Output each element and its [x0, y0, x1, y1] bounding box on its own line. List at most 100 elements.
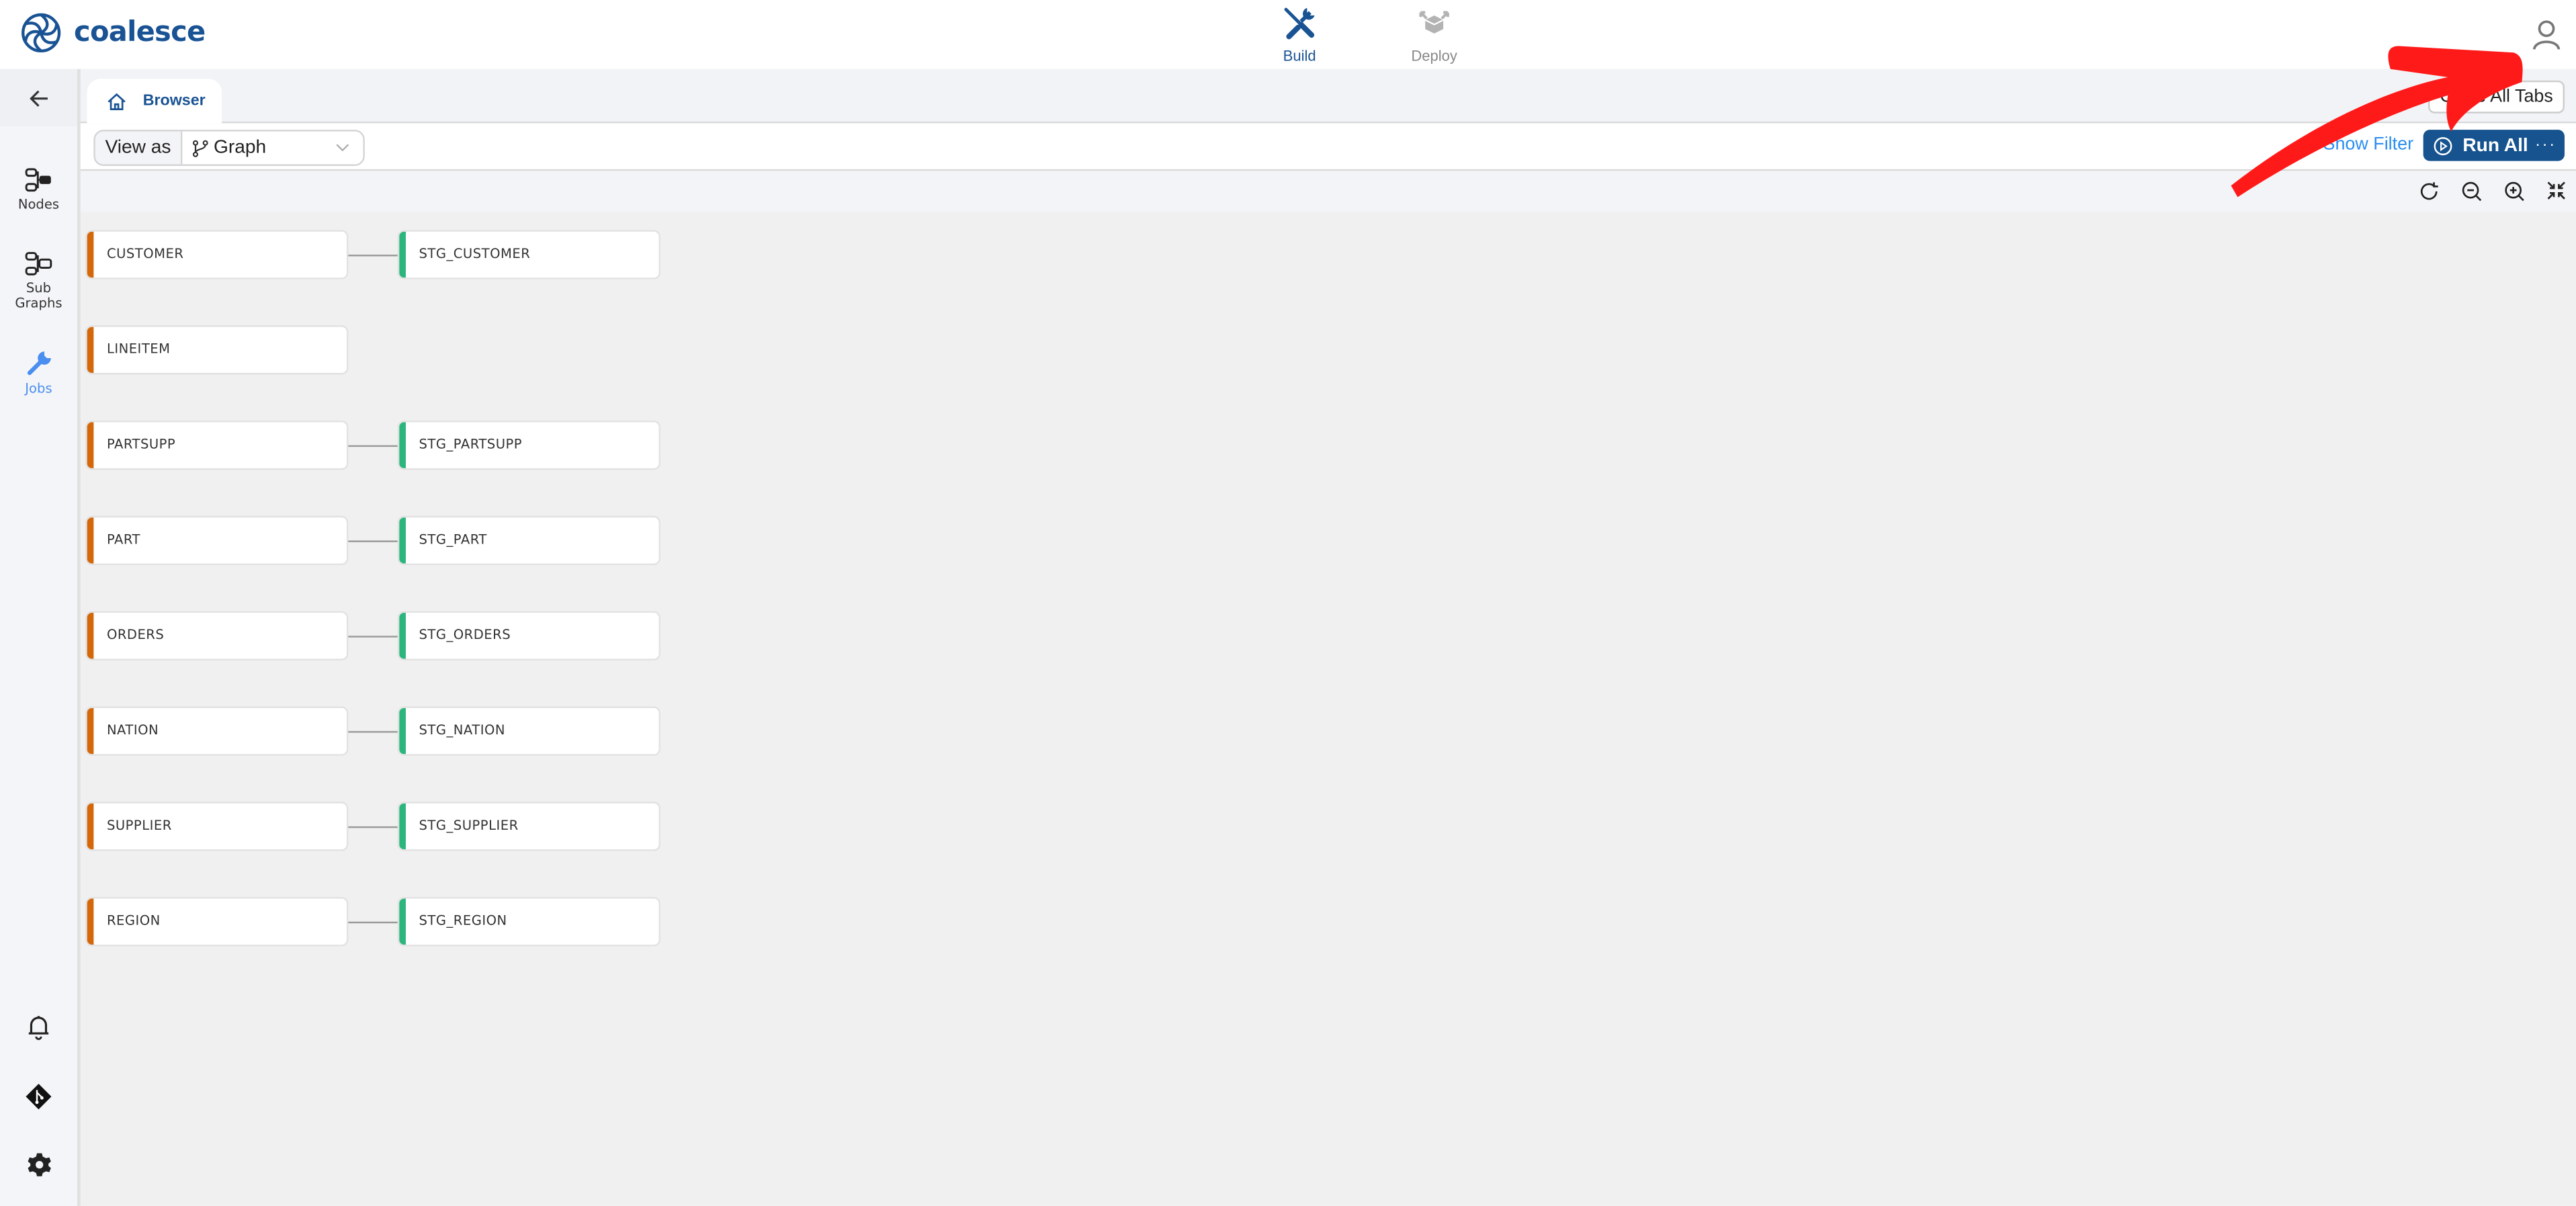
stage-node[interactable]: STG_ORDERS [397, 611, 660, 660]
graph-edge [348, 540, 398, 542]
zoom-in-icon[interactable] [2503, 181, 2525, 202]
view-as-control: View as Graph [93, 130, 365, 166]
source-node-color-bar [87, 803, 94, 850]
nav-deploy[interactable]: Deploy [1385, 5, 1484, 64]
toolbar: View as Graph Show Filter Run All ··· [80, 123, 2576, 171]
sidebar-item-nodes[interactable]: Nodes [0, 167, 77, 212]
sidebar: Nodes Sub Graphs Jobs [0, 69, 81, 1206]
close-all-tabs-button[interactable]: Close All Tabs [2428, 80, 2565, 114]
app-root: coalesce Build Deploy Nodes Sub Graphs J… [0, 0, 2576, 1206]
tab-browser[interactable]: Browser [87, 79, 222, 124]
branch-icon [193, 139, 208, 157]
source-node-color-bar [87, 898, 94, 945]
user-icon [2532, 20, 2561, 50]
tabs-bar: Browser Close All Tabs [80, 69, 2576, 124]
show-filter-link[interactable]: Show Filter [2323, 135, 2414, 155]
settings-button[interactable] [26, 1152, 52, 1186]
source-node-color-bar [87, 327, 94, 374]
source-node-color-bar [87, 517, 94, 564]
arrow-left-icon [28, 89, 47, 106]
stage-node-label: STG_NATION [419, 722, 505, 738]
source-node-label: PARTSUPP [106, 437, 176, 452]
source-node-label: SUPPLIER [106, 818, 172, 833]
run-all-more-button[interactable]: ··· [2535, 136, 2557, 155]
source-node-color-bar [87, 707, 94, 755]
stage-node[interactable]: STG_PARTSUPP [397, 420, 660, 470]
source-node[interactable]: CUSTOMER [85, 230, 349, 279]
build-tools-icon [1284, 7, 1315, 40]
source-node-color-bar [87, 231, 94, 278]
stage-node-label: STG_ORDERS [419, 628, 511, 643]
run-all-label: Run All [2462, 135, 2528, 156]
nodes-icon [24, 168, 50, 192]
chevron-down-icon [336, 144, 349, 152]
nav-build[interactable]: Build [1250, 5, 1349, 64]
coalesce-logo-icon [22, 13, 61, 53]
tab-browser-label: Browser [142, 91, 206, 110]
stage-node-color-bar [399, 803, 406, 850]
stage-node-label: STG_PARTSUPP [419, 437, 523, 452]
deploy-box-icon [1419, 11, 1449, 34]
stage-node-label: STG_SUPPLIER [419, 818, 519, 833]
git-icon [26, 1084, 52, 1110]
stage-node-color-bar [399, 517, 406, 564]
stage-node-color-bar [399, 231, 406, 278]
subgraphs-icon [24, 252, 52, 275]
stage-node-color-bar [399, 613, 406, 659]
source-node-label: PART [106, 532, 140, 548]
graph-edge [348, 445, 398, 447]
source-node-label: CUSTOMER [106, 246, 184, 261]
source-node[interactable]: PARTSUPP [85, 420, 349, 470]
nav-deploy-label: Deploy [1411, 47, 1457, 64]
sidebar-item-subgraphs-label-1: Sub [26, 281, 52, 296]
stage-node-color-bar [399, 707, 406, 755]
source-node[interactable]: PART [85, 515, 349, 566]
stage-node[interactable]: STG_REGION [397, 897, 660, 947]
nav-build-label: Build [1283, 47, 1316, 64]
source-node[interactable]: ORDERS [85, 611, 349, 660]
graph-edge [348, 731, 398, 733]
brand-name: coalesce [74, 16, 206, 50]
graph-edge [348, 255, 398, 257]
stage-node[interactable]: STG_PART [397, 515, 660, 566]
stage-node-color-bar [399, 422, 406, 468]
source-node[interactable]: NATION [85, 706, 349, 756]
run-all-button[interactable]: Run All ··· [2423, 130, 2565, 161]
user-menu-button[interactable] [2530, 18, 2563, 59]
source-node-label: LINEITEM [106, 341, 171, 357]
logo[interactable]: coalesce [19, 11, 206, 54]
graph-tools [80, 171, 2576, 212]
stage-node[interactable]: STG_NATION [397, 706, 660, 756]
refresh-icon[interactable] [2418, 181, 2440, 202]
stage-node-label: STG_PART [419, 532, 487, 548]
sidebar-item-subgraphs-label-2: Graphs [15, 296, 62, 311]
bell-icon [28, 1016, 49, 1041]
source-node[interactable]: REGION [85, 897, 349, 947]
view-as-label: View as [95, 131, 183, 165]
source-node[interactable]: LINEITEM [85, 325, 349, 375]
sidebar-item-jobs-label: Jobs [25, 381, 52, 396]
stage-node-color-bar [399, 898, 406, 945]
gear-icon [28, 1153, 51, 1176]
graph-edge [348, 921, 398, 924]
graph-edge [348, 826, 398, 828]
stage-node-label: STG_REGION [419, 913, 507, 929]
zoom-out-icon[interactable] [2461, 181, 2483, 202]
source-node-label: ORDERS [106, 628, 165, 643]
sidebar-item-subgraphs[interactable]: Sub Graphs [0, 251, 77, 310]
sidebar-item-nodes-label: Nodes [17, 197, 60, 212]
stage-node[interactable]: STG_SUPPLIER [397, 802, 660, 851]
source-node-label: REGION [106, 913, 161, 929]
collapse-sidebar-button[interactable] [0, 69, 77, 127]
stage-node[interactable]: STG_CUSTOMER [397, 230, 660, 279]
sidebar-item-jobs[interactable]: Jobs [0, 348, 77, 396]
collapse-icon[interactable] [2546, 181, 2566, 200]
git-button[interactable] [25, 1082, 53, 1119]
graph-canvas[interactable]: CUSTOMER STG_CUSTOMER LINEITEM PARTSUPP STG_… [80, 212, 2576, 1206]
source-node-color-bar [87, 613, 94, 659]
notifications-button[interactable] [26, 1014, 51, 1050]
view-as-value: Graph [214, 138, 267, 158]
view-as-select[interactable]: Graph [182, 131, 363, 165]
source-node-color-bar [87, 422, 94, 468]
source-node[interactable]: SUPPLIER [85, 802, 349, 851]
